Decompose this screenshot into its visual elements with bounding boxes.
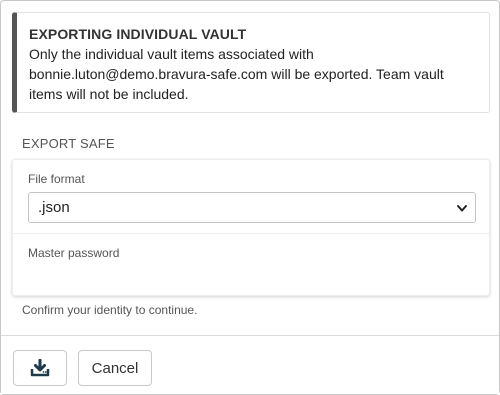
field-divider (13, 233, 489, 234)
file-format-select[interactable]: .json (28, 192, 476, 223)
chevron-down-icon (457, 205, 467, 212)
callout-text: Only the individual vault items associat… (29, 46, 444, 102)
master-password-input[interactable] (28, 264, 476, 288)
confirm-identity-hint: Confirm your identity to continue. (22, 303, 198, 317)
export-button[interactable] (13, 350, 67, 386)
export-form-card: File format .json Master password (12, 159, 490, 296)
cancel-button[interactable]: Cancel (78, 350, 152, 386)
download-icon (30, 359, 50, 377)
warning-callout: EXPORTING INDIVIDUAL VAULT Only the indi… (12, 12, 490, 113)
callout-title: EXPORTING INDIVIDUAL VAULT (29, 26, 247, 42)
file-format-label: File format (28, 172, 85, 186)
section-title: EXPORT SAFE (22, 136, 115, 151)
master-password-label: Master password (28, 246, 120, 260)
export-vault-dialog: EXPORTING INDIVIDUAL VAULT Only the indi… (0, 0, 500, 395)
dialog-footer: Cancel (1, 335, 499, 394)
file-format-value: .json (38, 199, 70, 216)
